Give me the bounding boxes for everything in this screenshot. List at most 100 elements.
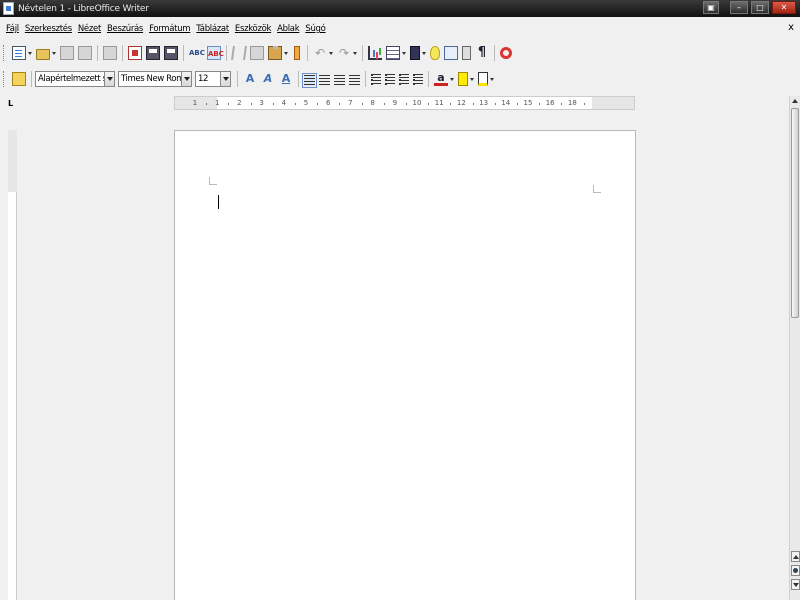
minimize-button[interactable]: – [730, 1, 748, 14]
font-size-combo[interactable]: 12 [195, 71, 231, 87]
clone-formatting-icon[interactable] [294, 46, 300, 60]
menu-format[interactable]: Formátum [149, 24, 191, 34]
font-color-icon[interactable]: a [434, 72, 448, 86]
ruler-tick-label: 5 [303, 99, 309, 107]
paste-icon[interactable] [268, 46, 282, 60]
toolbar-separator [226, 45, 227, 61]
toolbar-separator [31, 71, 32, 87]
chevron-down-icon[interactable] [181, 72, 191, 86]
bold-icon[interactable]: A [243, 72, 257, 86]
redo-icon[interactable]: ↷ [337, 46, 351, 60]
toolbar-separator [97, 45, 98, 61]
horizontal-ruler[interactable]: 1 1 2 3 4 5 6 7 8 9 10 11 12 13 14 15 16 18 [174, 96, 635, 110]
restore-extra-icon[interactable]: ▣ [703, 1, 719, 14]
copy-icon[interactable] [250, 46, 264, 60]
font-name-combo[interactable]: Times New Roman [118, 71, 192, 87]
menu-bar: Fájl Szerkesztés Nézet Beszúrás Formátum… [0, 20, 800, 38]
vertical-scrollbar[interactable] [789, 96, 800, 600]
paragraph-style-combo[interactable]: Alapértelmezett stílus [35, 71, 115, 87]
increase-indent-icon[interactable] [413, 73, 423, 85]
menu-file[interactable]: Fájl [6, 24, 19, 34]
align-left-icon[interactable] [302, 72, 317, 88]
document-page[interactable] [174, 130, 636, 600]
ruler-tick-label: 7 [348, 99, 353, 107]
menu-view[interactable]: Nézet [78, 24, 101, 34]
italic-icon[interactable]: A [261, 72, 275, 86]
open-dropdown-arrow[interactable] [52, 46, 57, 60]
tab-stop-selector[interactable]: L [8, 99, 13, 108]
ruler-minor-tick [383, 103, 385, 105]
ruler-tick-label: 3 [259, 99, 264, 107]
open-icon[interactable] [36, 49, 50, 60]
draw-dropdown-arrow[interactable] [422, 46, 427, 60]
spellcheck-icon[interactable]: ABC [189, 46, 205, 60]
chevron-down-icon[interactable] [104, 72, 114, 86]
toolbar-separator [183, 45, 184, 61]
gallery-icon[interactable] [462, 46, 471, 60]
autospellcheck-icon[interactable]: ABC [207, 46, 224, 60]
mail-icon[interactable] [103, 46, 117, 60]
paste-dropdown-arrow[interactable] [284, 46, 289, 60]
menu-insert[interactable]: Beszúrás [107, 24, 143, 34]
toolbar-grip[interactable] [3, 71, 6, 87]
new-document-icon[interactable] [12, 46, 26, 60]
scroll-up-icon[interactable] [791, 96, 800, 106]
close-window-button[interactable]: ✕ [772, 1, 796, 14]
menu-edit[interactable]: Szerkesztés [25, 24, 72, 34]
draw-functions-icon[interactable] [410, 46, 420, 60]
ruler-minor-tick [428, 103, 430, 105]
scroll-thumb[interactable] [791, 108, 799, 318]
align-center-icon[interactable] [319, 74, 330, 86]
close-document-button[interactable]: x [788, 22, 794, 33]
highlight-dropdown-arrow[interactable] [470, 72, 475, 86]
bullets-icon[interactable] [385, 73, 395, 85]
toolbar-separator [365, 71, 366, 87]
formatting-marks-icon[interactable]: ¶ [475, 46, 489, 60]
undo-dropdown-arrow[interactable] [329, 46, 334, 60]
find-replace-icon[interactable] [430, 46, 440, 60]
toolbar-separator [428, 71, 429, 87]
menu-help[interactable]: Súgó [305, 24, 325, 34]
vertical-ruler[interactable] [8, 130, 17, 600]
ruler-tick-label: 14 [501, 99, 511, 107]
background-dropdown-arrow[interactable] [490, 72, 495, 86]
redo-dropdown-arrow[interactable] [353, 46, 358, 60]
table-icon[interactable] [386, 46, 400, 60]
chevron-down-icon[interactable] [220, 72, 230, 86]
help-icon[interactable] [500, 47, 512, 59]
undo-icon[interactable]: ↶ [313, 46, 327, 60]
ruler-tick-label: 10 [412, 99, 422, 107]
underline-icon[interactable]: A [279, 72, 293, 86]
formatting-toolbar: Alapértelmezett stílus Times New Roman 1… [0, 68, 800, 90]
edit-file-icon[interactable] [78, 46, 92, 60]
next-page-icon[interactable] [791, 579, 800, 590]
navigation-icon[interactable] [791, 565, 800, 576]
toolbar-separator [237, 71, 238, 87]
save-icon[interactable] [60, 46, 74, 60]
table-dropdown-arrow[interactable] [402, 46, 407, 60]
writer-app-icon[interactable] [3, 2, 14, 15]
export-pdf-icon[interactable] [128, 46, 142, 60]
cut-icon[interactable] [231, 46, 247, 60]
justify-icon[interactable] [349, 74, 360, 86]
title-bar: Névtelen 1 - LibreOffice Writer ▣ – □ ✕ [0, 0, 800, 17]
menu-table[interactable]: Táblázat [196, 24, 229, 34]
background-color-icon[interactable] [478, 72, 488, 86]
decrease-indent-icon[interactable] [399, 73, 409, 85]
previous-page-icon[interactable] [791, 551, 800, 562]
menu-tools[interactable]: Eszközök [235, 24, 272, 34]
ruler-minor-tick [361, 103, 363, 105]
print-preview-icon[interactable] [164, 46, 178, 60]
align-right-icon[interactable] [334, 74, 345, 86]
maximize-button[interactable]: □ [751, 1, 769, 14]
toolbar-grip[interactable] [3, 45, 6, 61]
highlight-icon[interactable] [458, 72, 468, 86]
font-color-dropdown-arrow[interactable] [450, 72, 455, 86]
print-icon[interactable] [146, 46, 160, 60]
menu-window[interactable]: Ablak [277, 24, 300, 34]
navigator-icon[interactable] [444, 46, 458, 60]
styles-icon[interactable] [12, 72, 26, 86]
chart-icon[interactable] [368, 46, 382, 60]
new-dropdown-arrow[interactable] [28, 46, 33, 60]
numbering-icon[interactable] [371, 73, 381, 85]
